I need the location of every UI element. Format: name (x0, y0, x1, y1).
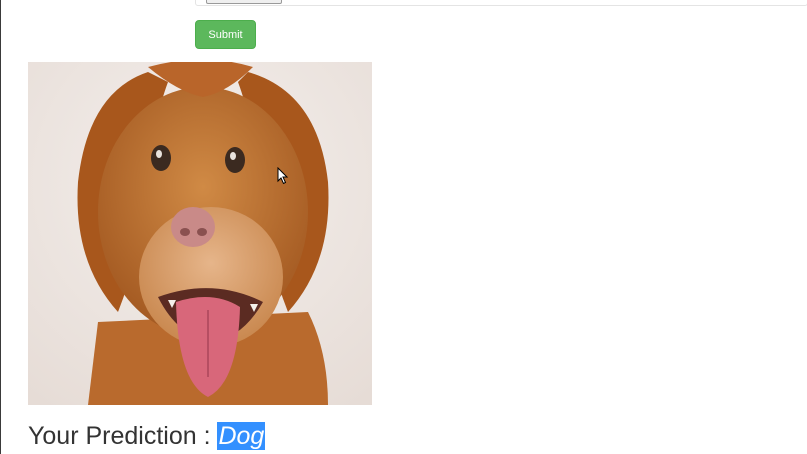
prediction-label: Your Prediction : (28, 422, 218, 450)
prediction-text: Your Prediction : Dog (28, 420, 266, 452)
uploaded-image (28, 62, 372, 405)
prediction-result: Dog (217, 422, 266, 450)
file-input-row[interactable] (195, 0, 807, 6)
mouse-cursor-icon (277, 167, 289, 185)
page: Submit Your Prediction: Dog (0, 0, 807, 454)
dog-image (28, 62, 372, 405)
choose-file-button[interactable] (206, 0, 282, 4)
submit-button[interactable]: Submit (195, 20, 256, 49)
